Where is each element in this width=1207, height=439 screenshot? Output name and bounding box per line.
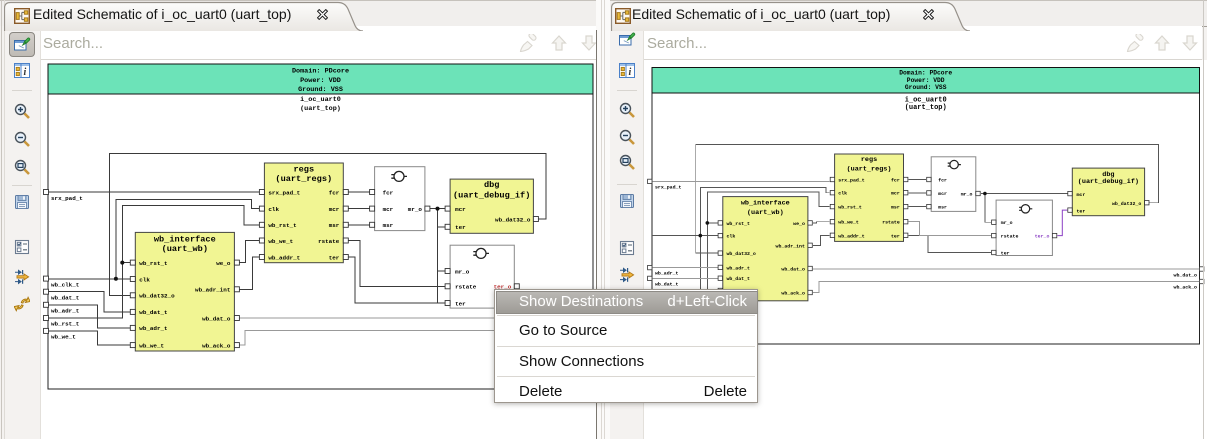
svg-text:mr_o: mr_o [455,268,470,275]
svg-text:Domain: PDcore: Domain: PDcore [292,68,349,76]
svg-text:mcr: mcr [1077,192,1086,198]
svg-text:(uart_wb): (uart_wb) [162,244,208,254]
svg-text:mr_o: mr_o [408,206,423,213]
svg-text:Ground: VSS: Ground: VSS [905,84,947,91]
svg-text:(uart_top): (uart_top) [300,105,341,113]
svg-text:we_o: we_o [216,260,231,267]
svg-text:wb_dat_t: wb_dat_t [139,309,167,316]
svg-text:wb_we_t: wb_we_t [268,238,293,245]
svg-text:wb_clk_t: wb_clk_t [51,282,79,289]
svg-text:wb_adr_t: wb_adr_t [655,271,679,277]
svg-text:i_oc_uart0: i_oc_uart0 [905,96,947,104]
svg-text:rstate: rstate [882,220,900,226]
svg-text:wb_adr_t: wb_adr_t [51,308,79,315]
svg-text:wb_adr_t: wb_adr_t [727,265,751,271]
svg-text:Power: VDD: Power: VDD [907,77,945,84]
svg-text:ter: ter [329,254,340,261]
svg-text:rstate: rstate [1001,234,1019,240]
svg-text:fcr: fcr [938,178,947,184]
svg-text:wb_dat32_o: wb_dat32_o [139,293,175,300]
svg-text:wb_adr_int: wb_adr_int [195,287,230,294]
svg-text:wb_adr_int: wb_adr_int [776,243,805,249]
svg-text:srx_pad_t: srx_pad_t [268,189,300,196]
svg-text:mcr: mcr [938,191,947,197]
svg-text:(uart_debug_if): (uart_debug_if) [453,190,530,200]
svg-text:rstate: rstate [455,284,477,291]
svg-text:ter_o: ter_o [1035,234,1050,240]
svg-text:wb_dat_o: wb_dat_o [1174,272,1198,278]
svg-text:clk: clk [727,234,736,240]
svg-text:ter: ter [455,300,466,307]
svg-text:wb_rst_t: wb_rst_t [727,221,751,227]
svg-text:msr: msr [938,205,947,211]
svg-text:we_o: we_o [793,222,805,227]
svg-text:wb_rst_t: wb_rst_t [51,321,79,328]
svg-text:wb_ack_o: wb_ack_o [781,291,805,297]
svg-text:clk: clk [268,206,279,213]
svg-text:clk: clk [139,276,150,283]
svg-text:mr_o: mr_o [961,192,973,198]
svg-text:fcr: fcr [383,189,394,196]
svg-text:wb_interface: wb_interface [154,234,216,244]
svg-text:wb_addr_t: wb_addr_t [838,233,864,239]
svg-text:srx_pad_t: srx_pad_t [838,178,864,184]
svg-text:clk: clk [838,191,847,197]
svg-text:msr: msr [383,222,394,229]
svg-text:wb_dat32_o: wb_dat32_o [1112,201,1141,207]
svg-text:(uart_regs): (uart_regs) [275,174,332,184]
svg-text:wb_dat_t: wb_dat_t [51,294,79,301]
svg-text:Power: VDD: Power: VDD [300,77,341,85]
svg-text:wb_dat32_o: wb_dat32_o [495,216,531,223]
svg-text:wb_dat_o: wb_dat_o [781,267,805,273]
svg-text:wb_dat_t: wb_dat_t [727,276,751,282]
svg-text:ter: ter [455,224,466,231]
svg-text:dbg: dbg [484,180,499,190]
svg-text:srx_pad_t: srx_pad_t [655,184,681,190]
svg-text:Domain: PDcore: Domain: PDcore [899,70,952,77]
svg-text:wb_rst_t: wb_rst_t [838,205,862,211]
svg-text:mcr: mcr [891,191,900,197]
svg-text:regs: regs [293,164,314,174]
svg-text:mr_o: mr_o [1001,220,1013,226]
svg-text:wb_rst_t: wb_rst_t [268,222,296,229]
svg-text:wb_interface: wb_interface [741,200,790,208]
svg-text:msr: msr [891,205,900,211]
svg-text:wb_ack_o: wb_ack_o [1174,284,1198,290]
svg-text:wb_we_t: wb_we_t [139,342,164,349]
svg-text:Ground: VSS: Ground: VSS [298,86,343,94]
svg-text:wb_dat_o: wb_dat_o [202,315,231,322]
svg-text:ter: ter [891,233,900,239]
svg-text:wb_addr_t: wb_addr_t [268,254,300,261]
svg-text:mcr: mcr [455,206,466,213]
svg-text:regs: regs [861,156,877,164]
svg-text:mcr: mcr [329,206,340,213]
svg-text:fcr: fcr [329,189,340,196]
svg-text:wb_we_t: wb_we_t [51,334,76,341]
svg-text:wb_ack_o: wb_ack_o [202,342,231,349]
svg-text:(uart_debug_if): (uart_debug_if) [1078,178,1139,186]
svg-text:(uart_top): (uart_top) [905,104,947,112]
svg-text:wb_dat_t: wb_dat_t [655,282,679,288]
svg-text:msr: msr [329,222,340,229]
svg-text:wb_rst_t: wb_rst_t [139,260,167,267]
svg-text:srx_pad_t: srx_pad_t [51,195,83,202]
svg-text:fcr: fcr [891,178,900,184]
svg-text:ter: ter [1001,251,1010,257]
svg-text:wb_adr_t: wb_adr_t [139,325,167,332]
svg-text:rstate: rstate [318,238,340,245]
svg-text:(uart_regs): (uart_regs) [847,166,892,174]
svg-text:mcr: mcr [383,206,394,213]
svg-text:(uart_wb): (uart_wb) [747,209,784,217]
svg-text:wb_dat32_o: wb_dat32_o [727,251,756,257]
svg-text:wb_we_t: wb_we_t [838,220,859,226]
svg-text:ter: ter [1077,208,1086,214]
svg-text:i_oc_uart0: i_oc_uart0 [300,96,341,104]
